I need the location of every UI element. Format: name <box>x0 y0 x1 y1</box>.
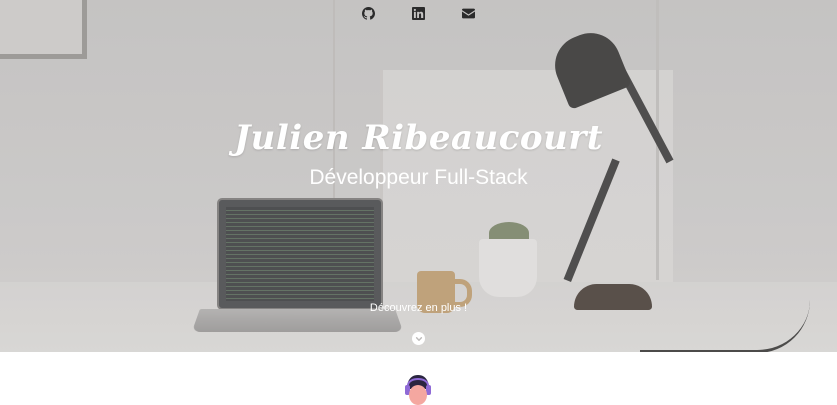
hero-role: Développeur Full-Stack <box>309 166 528 189</box>
discover-more-link[interactable]: Découvrez en plus ! <box>0 302 837 314</box>
hero-section: Julien Ribeaucourt Développeur Full-Stac… <box>0 0 837 352</box>
chevron-down-icon <box>415 336 422 341</box>
github-icon <box>361 6 375 20</box>
social-links <box>0 4 837 24</box>
github-link[interactable] <box>359 4 377 22</box>
linkedin-link[interactable] <box>409 4 427 22</box>
envelope-icon <box>461 8 475 18</box>
hero-name: Julien Ribeaucourt <box>234 118 603 158</box>
email-link[interactable] <box>459 4 477 22</box>
linkedin-icon <box>411 6 425 20</box>
scroll-down-button[interactable] <box>412 332 425 345</box>
